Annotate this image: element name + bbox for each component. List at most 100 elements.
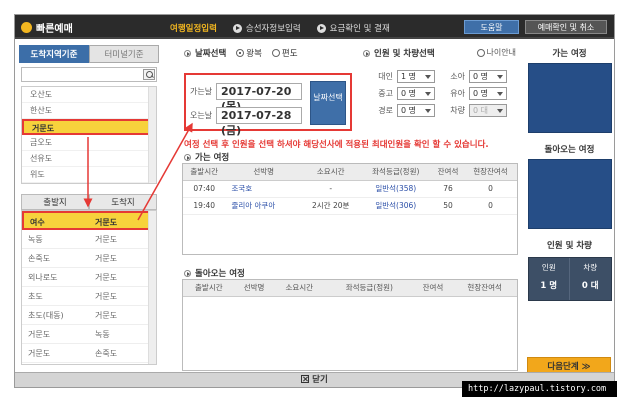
summary-pax-title: 인원 및 차량 [546,241,593,251]
adult-select[interactable]: 1 명 [397,70,435,83]
date-select-button[interactable]: 날짜선택 [310,81,346,125]
col-header: 현장잔여석 [452,280,517,297]
step-1: 여행일정입력 [170,22,217,34]
route-to: 손죽도 [95,349,118,358]
infant-select[interactable]: 0 명 [469,87,507,100]
route-to: 녹동 [95,330,110,339]
route-header-from: 출발지 [21,194,89,210]
return-date-field[interactable]: 2017-07-28 (금) [216,106,302,137]
route-row[interactable]: 초도(대동) 거문도 [22,306,156,325]
route-to: 거문도 [95,254,118,263]
col-header: 좌석등급(정원) [359,164,433,181]
help-button[interactable]: 도움말 [464,20,519,34]
route-row[interactable]: 손죽도 거문도 [22,249,156,268]
age-guide-label: 나이안내 [486,48,516,57]
pax-section-title: 인원 및 차량선택 [363,47,435,59]
cell-onsite: 0 [463,197,517,215]
list-item[interactable]: 위도 [22,167,156,183]
student-select[interactable]: 0 명 [397,87,435,100]
radio-checked-icon [236,49,245,57]
pax-section: 인원 및 차량선택 나이안내 대인 1 명 소아 0 명 중고 0 명 유아 0… [363,45,520,135]
route-row[interactable]: 거문도 녹동 [22,325,156,344]
date-title-label: 날짜선택 [195,49,227,59]
tab-arrival-region[interactable]: 도착지역기준 [19,45,89,63]
col-header: 소요시간 [301,164,360,181]
summary-pax-value: 1 명 [540,281,558,291]
route-row-selected[interactable]: 여수 거문도 [22,211,156,230]
radio-round-trip[interactable]: 왕복 [236,47,262,59]
depart-label: 가는날 [190,86,213,96]
cell-remaining: 76 [432,180,464,198]
route-row[interactable]: 녹동 거문도 [22,230,156,249]
col-header: 소요시간 [273,280,326,297]
cell-onsite: 0 [463,180,517,198]
summary-pax-label: 인원 [541,263,556,272]
app-logo: 빠른예매 [21,20,73,35]
top-bar: 빠른예매 여행일정입력 승선자정보입력 요금확인 및 결재 도움말 예매확인 및… [15,15,614,39]
list-item[interactable]: 선유도 [22,151,156,167]
senior-select[interactable]: 0 명 [397,104,435,117]
cell-ship[interactable]: 조국호 [225,180,302,198]
route-header: 출발지 도착지 [21,194,157,210]
depart-date-field[interactable]: 2017-07-20 (목) [216,82,302,113]
step-1-label: 여행일정입력 [170,24,217,34]
close-icon[interactable] [301,375,310,383]
pax-label: 경로 [378,106,393,115]
cell-ship[interactable]: 줄리아 아쿠아 [225,197,302,215]
cell-grade[interactable]: 일반석(358) [359,180,433,198]
section-arrow-icon [184,269,191,277]
summary-inbound-card [527,159,612,229]
route-list: 여수 거문도 녹동 거문도 손죽도 거문도 외나로도 거문도 초도 거문도 초도(대동) 거… [21,210,157,365]
booking-check-button[interactable]: 예매확인 및 취소 [525,20,607,34]
pax-title-label: 인원 및 차량선택 [374,49,435,59]
table-row[interactable]: 07:40 조국호 - 일반석(358) 76 0 [183,180,517,198]
section-arrow-icon [363,49,370,57]
cell-grade[interactable]: 일반석(306) [359,197,433,215]
route-from: 초도 [28,292,43,301]
radio-round-label: 왕복 [246,49,262,59]
list-item-selected[interactable]: 거문도 [22,119,156,135]
summary-pax: 인원 1 명 [529,258,570,300]
table-row[interactable]: 19:40 줄리아 아쿠아 2시간 20분 일반석(306) 50 0 [183,197,517,215]
arrival-scrollbar[interactable] [148,87,156,183]
app-title: 빠른예매 [36,24,73,35]
step-2-label: 승선자정보입력 [245,24,301,34]
cell-time: 19:40 [183,197,226,215]
summary-car-value: 0 대 [581,281,599,291]
cell-time: 07:40 [183,180,226,198]
date-picker-box: 가는날 2017-07-20 (목) 오는날 2017-07-28 (금) 날짜… [184,73,352,137]
route-scrollbar[interactable] [148,211,156,364]
list-item[interactable]: 금오도 [22,135,156,151]
list-item[interactable]: 한산도 [22,103,156,119]
col-header: 잔여석 [432,164,464,181]
left-panel: 도착지역기준 터미널기준 오산도 한산도 거문도 금오도 선유도 위도 출발지 … [19,45,159,373]
route-row[interactable]: 거문도 손죽도 [22,344,156,363]
age-guide-link[interactable]: 나이안내 [476,47,516,58]
col-header: 출발시간 [183,280,235,297]
section-arrow-icon [184,49,191,57]
region-tabs: 도착지역기준 터미널기준 [19,45,159,63]
radio-empty-icon [271,49,280,57]
arrival-search-input[interactable] [21,67,157,82]
summary-car-label: 차량 [583,263,598,272]
summary-inbound-title: 돌아오는 여정 [544,145,595,155]
outbound-title-label: 가는 여정 [195,153,230,163]
tab-terminal[interactable]: 터미널기준 [89,45,159,63]
watermark: http://lazypaul.tistory.com [462,381,617,397]
inbound-title-label: 돌아오는 여정 [195,269,245,279]
route-from: 여수 [30,218,45,227]
route-to: 거문도 [95,218,118,227]
search-icon[interactable] [143,69,155,80]
return-label: 오는날 [190,110,213,120]
pax-row: 대인 1 명 소아 0 명 [375,69,520,84]
vehicle-select[interactable]: 0 대 [469,104,507,117]
list-item[interactable]: 오산도 [22,87,156,103]
route-to: 거문도 [95,311,118,320]
radio-one-way[interactable]: 편도 [271,47,298,59]
col-header: 잔여석 [413,280,453,297]
child-select[interactable]: 0 명 [469,70,507,83]
route-row[interactable]: 외나로도 거문도 [22,268,156,287]
right-summary-panel: 가는 여정 돌아오는 여정 인원 및 차량 인원 1 명 차량 0 대 다음단계 ≫ [527,45,612,385]
summary-outbound-card [527,63,612,133]
route-row[interactable]: 초도 거문도 [22,287,156,306]
